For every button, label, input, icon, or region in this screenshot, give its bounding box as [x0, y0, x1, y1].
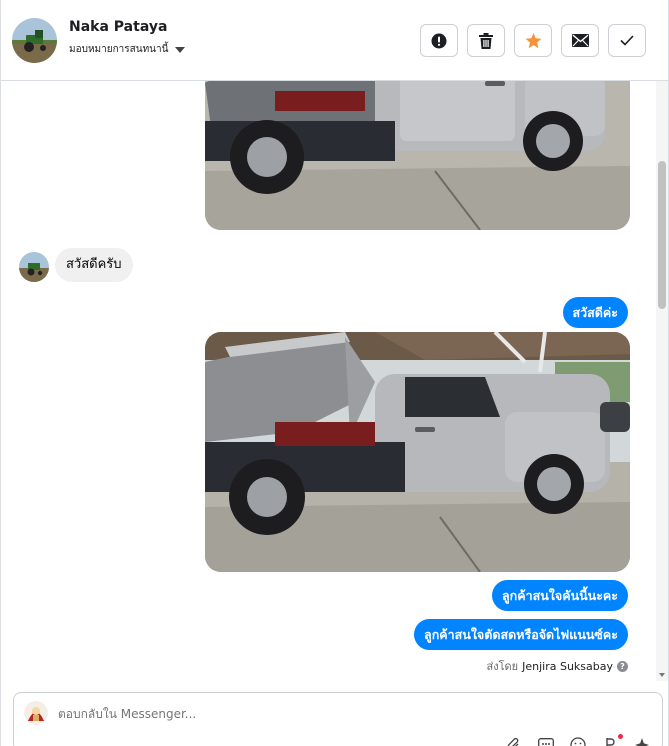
- help-icon[interactable]: ?: [617, 660, 628, 672]
- contact-name[interactable]: Naka Pataya: [69, 19, 167, 35]
- scrollbar-thumb[interactable]: [658, 161, 666, 309]
- check-icon: [620, 35, 634, 46]
- outgoing-message[interactable]: สวัสดีค่ะ: [562, 297, 628, 328]
- star-icon: [525, 32, 541, 48]
- sent-by-prefix: ส่งโดย: [486, 660, 519, 673]
- contact-avatar-small: [19, 252, 49, 282]
- mark-done-button[interactable]: [608, 24, 646, 57]
- assign-label: มอบหมายการสนทนานี้: [69, 44, 169, 55]
- contact-avatar[interactable]: [12, 18, 57, 63]
- outgoing-message[interactable]: ลูกค้าสนใจคันนี้นะคะ: [492, 580, 628, 611]
- message-thread[interactable]: สวัสดีครับ สวัสดีค่ะ ลูกค้าสนใจคันนี้นะค…: [1, 81, 668, 681]
- scroll-down-arrow-icon[interactable]: [659, 673, 665, 677]
- thread-scrollbar[interactable]: [656, 81, 668, 681]
- attachment-icon[interactable]: [506, 737, 522, 746]
- more-icon[interactable]: [634, 737, 650, 746]
- saved-replies-icon[interactable]: [538, 737, 554, 746]
- star-button[interactable]: [514, 24, 552, 57]
- sent-by-info: ส่งโดย Jenjira Suksabay ?: [487, 657, 628, 675]
- delete-button[interactable]: [467, 24, 505, 57]
- mark-unread-button[interactable]: [561, 24, 599, 57]
- notification-dot: [618, 734, 623, 739]
- exclamation-circle-icon: [431, 33, 447, 48]
- report-spam-button[interactable]: [420, 24, 458, 57]
- header-actions: [420, 24, 646, 57]
- vehicle-photo-attachment[interactable]: [205, 332, 630, 572]
- page-avatar: [24, 701, 48, 725]
- incoming-message[interactable]: สวัสดีครับ: [55, 248, 133, 282]
- outgoing-message[interactable]: ลูกค้าสนใจตัดสดหรือจัดไฟแนนซ์คะ: [414, 619, 628, 650]
- reply-composer: [13, 692, 663, 746]
- reply-input[interactable]: [58, 707, 358, 721]
- caret-down-icon: [175, 46, 186, 53]
- sent-by-name[interactable]: Jenjira Suksabay: [522, 660, 613, 673]
- emoji-icon[interactable]: [570, 737, 586, 746]
- payment-icon[interactable]: [602, 734, 623, 746]
- conversation-header: Naka Pataya มอบหมายการสนทนานี้: [1, 0, 668, 81]
- envelope-icon: [571, 34, 589, 47]
- composer-tools: [506, 734, 650, 746]
- inbox-conversation-panel: Naka Pataya มอบหมายการสนทนานี้ สวัสดีครั…: [0, 0, 669, 746]
- assign-conversation-dropdown[interactable]: มอบหมายการสนทนานี้: [69, 42, 186, 57]
- vehicle-photo-attachment[interactable]: [205, 81, 630, 230]
- trash-icon: [479, 32, 493, 49]
